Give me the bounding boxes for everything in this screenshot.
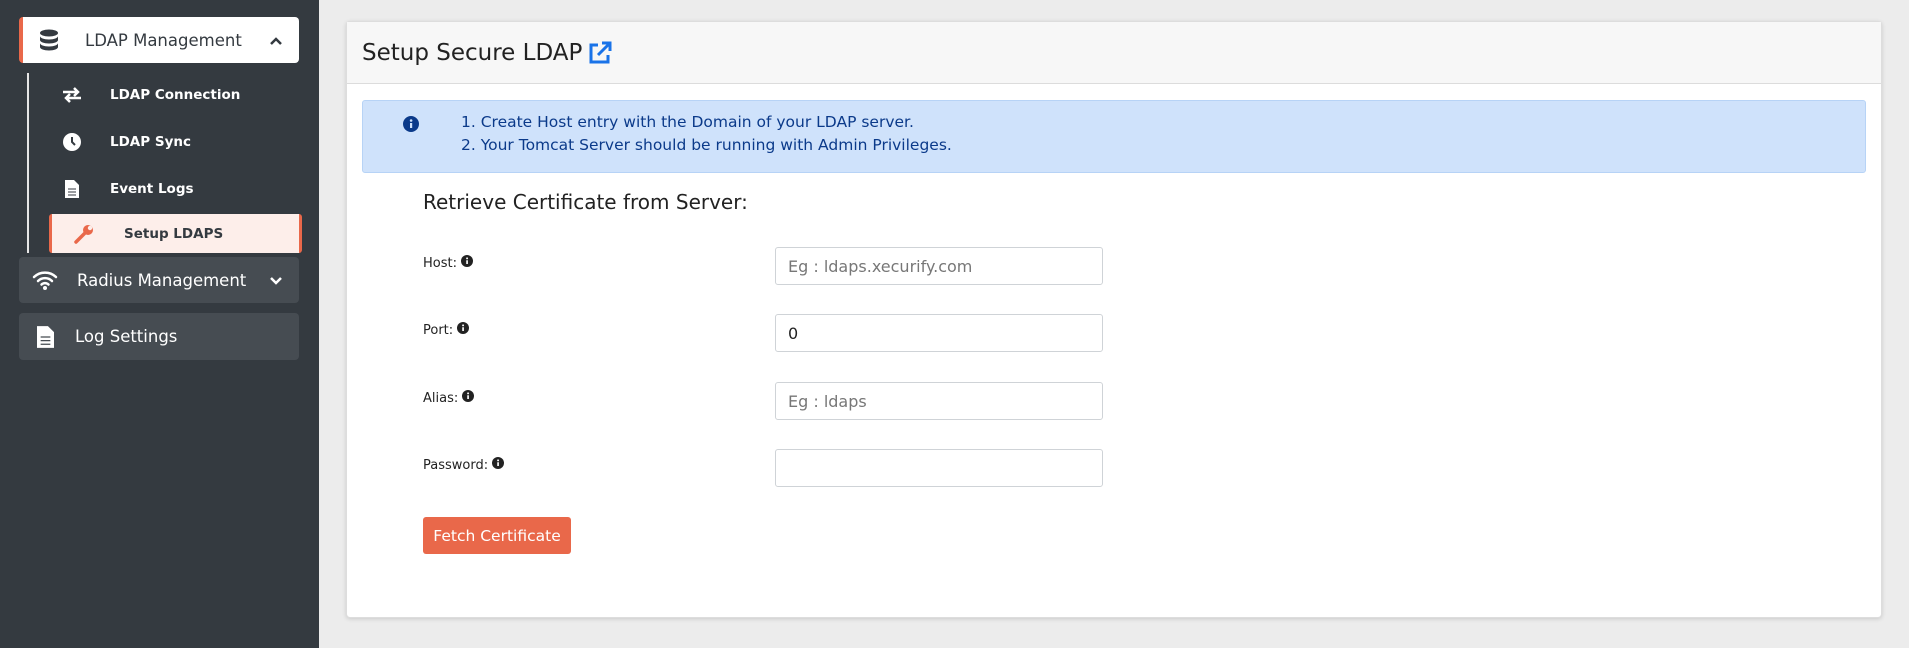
- file-icon: [58, 180, 86, 198]
- info-icon: [403, 116, 419, 136]
- item-label: LDAP Connection: [110, 87, 241, 103]
- external-link-icon[interactable]: [588, 41, 612, 65]
- password-input[interactable]: [775, 449, 1103, 487]
- card-header: Setup Secure LDAP: [347, 22, 1881, 84]
- fetch-certificate-button[interactable]: Fetch Certificate: [423, 517, 571, 554]
- chevron-up-icon: [261, 31, 291, 50]
- submenu-divider: [27, 73, 29, 253]
- wrench-icon: [70, 224, 98, 244]
- file-icon: [31, 323, 59, 351]
- sidebar-item-ldap-sync[interactable]: LDAP Sync: [58, 122, 191, 162]
- setup-ldaps-card: Setup Secure LDAP 1. Create Host entry w…: [346, 21, 1882, 618]
- menu-radius-management[interactable]: Radius Management: [19, 257, 299, 303]
- menu-log-settings[interactable]: Log Settings: [19, 313, 299, 360]
- password-label: Password:: [423, 457, 505, 473]
- label-text: Alias:: [423, 390, 459, 406]
- label-text: Port:: [423, 322, 454, 338]
- port-input[interactable]: [775, 314, 1103, 352]
- item-label: Setup LDAPS: [124, 225, 224, 242]
- alias-label: Alias:: [423, 390, 475, 406]
- sidebar-item-ldap-connection[interactable]: LDAP Connection: [58, 75, 240, 115]
- info-icon[interactable]: [462, 390, 475, 406]
- item-label: LDAP Sync: [110, 134, 191, 150]
- sidebar: LDAP Management LDAP Connection LDAP Syn…: [0, 0, 319, 648]
- info-alert: 1. Create Host entry with the Domain of …: [362, 100, 1866, 173]
- chevron-down-icon: [261, 271, 291, 290]
- info-icon[interactable]: [457, 322, 470, 338]
- host-label: Host:: [423, 255, 473, 271]
- database-icon: [35, 26, 63, 54]
- alias-input[interactable]: [775, 382, 1103, 420]
- host-input[interactable]: [775, 247, 1103, 285]
- info-icon[interactable]: [460, 255, 473, 271]
- menu-label: Radius Management: [77, 270, 247, 290]
- info-icon[interactable]: [492, 457, 505, 473]
- label-text: Host:: [423, 255, 457, 271]
- page-title: Setup Secure LDAP: [362, 39, 583, 66]
- sidebar-item-event-logs[interactable]: Event Logs: [58, 169, 194, 209]
- alert-line: 2. Your Tomcat Server should be running …: [461, 136, 952, 154]
- clock-icon: [58, 133, 86, 151]
- exchange-icon: [58, 87, 86, 103]
- menu-ldap-management[interactable]: LDAP Management: [19, 17, 299, 63]
- wifi-icon: [31, 266, 59, 294]
- sidebar-item-setup-ldaps[interactable]: Setup LDAPS: [49, 214, 302, 253]
- menu-label: Log Settings: [75, 327, 178, 346]
- item-label: Event Logs: [110, 181, 194, 197]
- menu-label: LDAP Management: [85, 30, 242, 50]
- section-title: Retrieve Certificate from Server:: [423, 190, 748, 214]
- label-text: Password:: [423, 457, 489, 473]
- alert-line: 1. Create Host entry with the Domain of …: [461, 113, 914, 131]
- port-label: Port:: [423, 322, 470, 338]
